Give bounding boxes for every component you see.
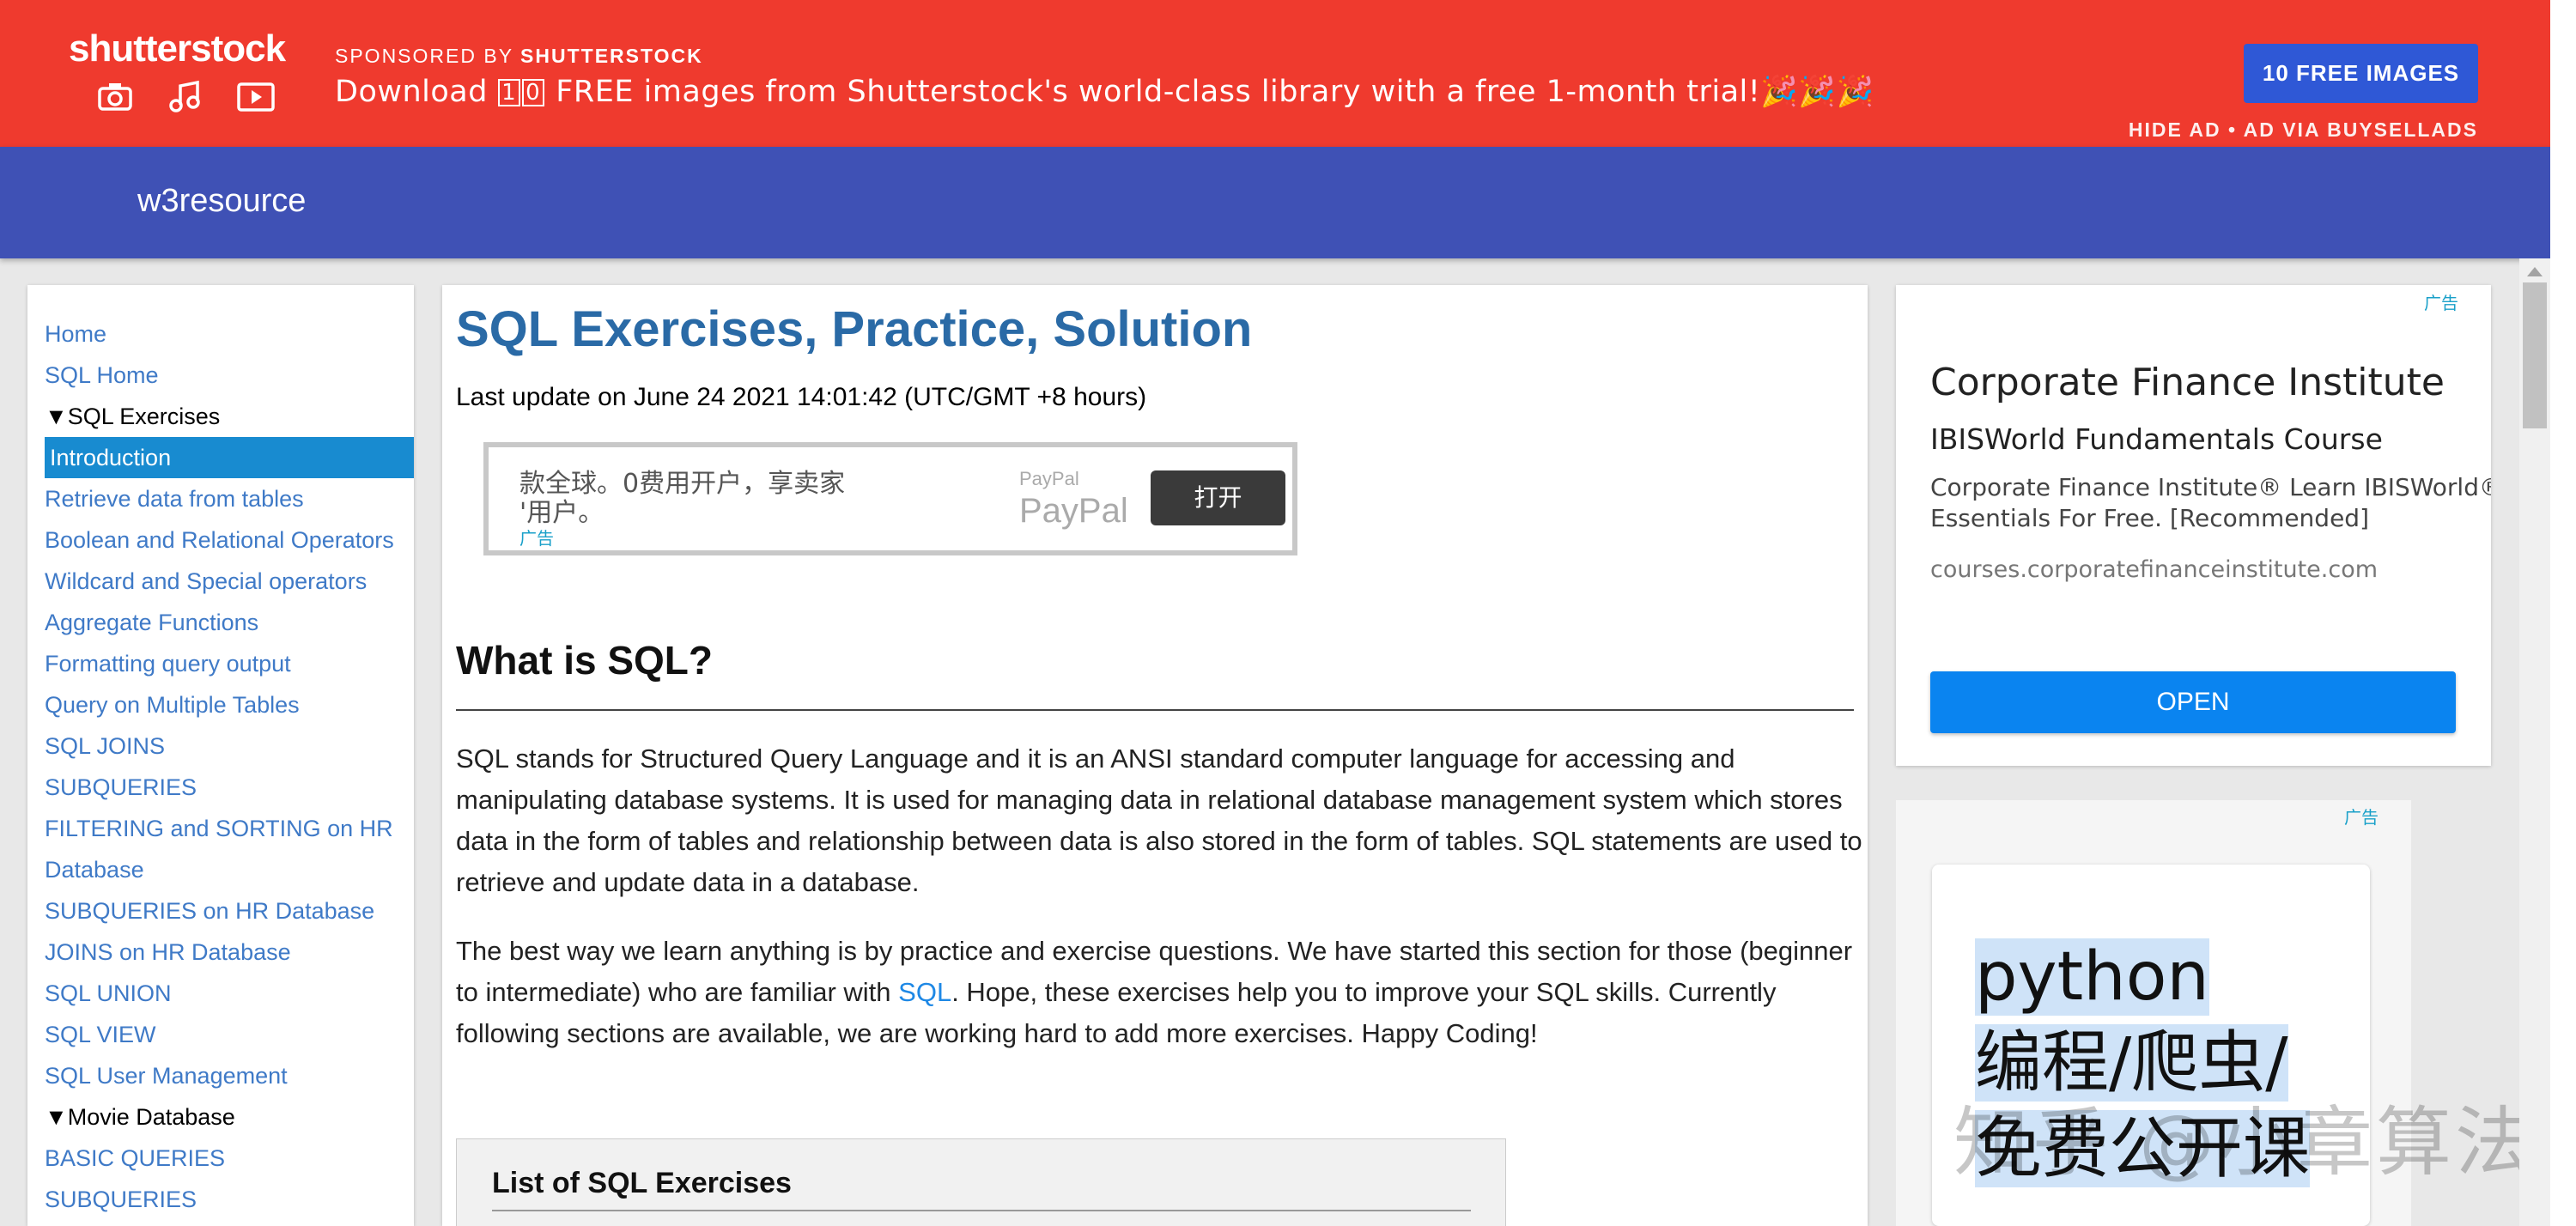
ad-tag: 广告 [519, 528, 554, 549]
sidebar-item-introduction[interactable]: Introduction [45, 437, 414, 478]
page-scrollbar[interactable] [2519, 258, 2550, 1226]
digit-box: 1 [497, 79, 520, 106]
section-heading: What is SQL? [456, 638, 713, 683]
shutterstock-icons [94, 79, 276, 113]
sidebar-item-joins-hr[interactable]: JOINS on HR Database [27, 932, 414, 973]
sidebar-item-retrieve-data[interactable]: Retrieve data from tables [27, 478, 414, 519]
paypal-logo: PayPal [1019, 492, 1128, 530]
music-note-icon [169, 80, 200, 112]
sidebar-item-basic-queries[interactable]: BASIC QUERIES [27, 1138, 414, 1179]
sidebar-item-home[interactable]: Home [27, 313, 414, 355]
window-gutter [2550, 0, 2576, 1226]
banner-ad-text[interactable]: Download 10 FREE images from Shutterstoc… [335, 74, 1874, 109]
practice-paragraph: The best way we learn anything is by pra… [456, 936, 1853, 1048]
ad-title[interactable]: Corporate Finance Institute [1930, 361, 2445, 404]
site-logo[interactable]: w3resource [137, 183, 306, 220]
heading-divider [456, 709, 1854, 711]
scroll-up-arrow-icon[interactable] [2527, 267, 2543, 276]
ad-subtitle: IBISWorld Fundamentals Course [1930, 422, 2383, 456]
sidebar-item-sql-home[interactable]: SQL Home [27, 355, 414, 396]
sidebar-item-multiple-tables[interactable]: Query on Multiple Tables [27, 684, 414, 725]
sidebar-item-joins[interactable]: SQL JOINS [27, 725, 414, 767]
exercise-list-title: List of SQL Exercises [492, 1167, 792, 1199]
sidebar-item-union[interactable]: SQL UNION [27, 973, 414, 1014]
sidebar-item-boolean-operators[interactable]: Boolean and Relational Operators [27, 519, 414, 561]
page-title: SQL Exercises, Practice, Solution [456, 301, 1253, 357]
paypal-ad-text: 款全球。0费用开户，享卖家 '用户。 [519, 469, 846, 528]
last-update-text: Last update on June 24 2021 14:01:42 (UT… [456, 383, 1147, 411]
sidebar-item-filtering-hr-cont[interactable]: Database [27, 849, 414, 890]
sidebar-item-wildcard[interactable]: Wildcard and Special operators [27, 561, 414, 602]
sidebar-item-formatting[interactable]: Formatting query output [27, 643, 414, 684]
intro-paragraph: SQL stands for Structured Query Language… [456, 743, 1862, 897]
sql-link[interactable]: SQL [898, 977, 951, 1007]
ad-open-button[interactable]: OPEN [1930, 671, 2456, 733]
sponsored-banner[interactable]: shutterstock SPONSORED BY SHUTTERSTOCK D… [0, 0, 2550, 147]
free-images-button[interactable]: 10 FREE IMAGES [2244, 44, 2478, 103]
sidebar-item-subqueries[interactable]: SUBQUERIES [27, 767, 414, 808]
ad-description: Corporate Finance Institute® Learn IBISW… [1930, 473, 2491, 532]
sidebar-item-user-management[interactable]: SQL User Management [27, 1055, 414, 1096]
shutterstock-logo[interactable]: shutterstock [69, 27, 286, 70]
sidebar-item-aggregate[interactable]: Aggregate Functions [27, 602, 414, 643]
sidebar-nav: Home SQL Home ▼SQL Exercises Introductio… [27, 285, 414, 1226]
main-content: SQL Exercises, Practice, Solution Last u… [442, 285, 1868, 1226]
site-header: w3resource [0, 147, 2550, 258]
ad-url[interactable]: courses.corporatefinanceinstitute.com [1930, 556, 2378, 583]
paypal-open-button[interactable]: 打开 [1151, 470, 1285, 525]
sidebar-item-view[interactable]: SQL VIEW [27, 1014, 414, 1055]
camera-icon [98, 83, 132, 111]
sidebar-item-movie-subqueries[interactable]: SUBQUERIES [27, 1179, 414, 1220]
digit-box: 0 [521, 79, 544, 106]
video-play-icon [237, 82, 275, 112]
ad-tag: 广告 [2424, 293, 2458, 313]
watermark: 知乎 @小章算法 [1953, 1098, 2534, 1187]
sidebar-item-subqueries-hr[interactable]: SUBQUERIES on HR Database [27, 890, 414, 932]
sidebar-item-filtering-hr[interactable]: FILTERING and SORTING on HR [27, 808, 414, 849]
sidebar-section-sql-exercises[interactable]: ▼SQL Exercises [27, 396, 414, 437]
hide-ad-link[interactable]: HIDE AD • AD VIA BUYSELLADS [2129, 118, 2478, 142]
sidebar-section-movie-database[interactable]: ▼Movie Database [27, 1096, 414, 1138]
cfi-ad[interactable]: 广告 Corporate Finance Institute IBISWorld… [1896, 285, 2491, 766]
sponsored-label: SPONSORED BY SHUTTERSTOCK [335, 45, 703, 67]
exercise-list-box: List of SQL Exercises [456, 1138, 1506, 1226]
ad-tag: 广告 [2344, 807, 2379, 828]
paypal-logo-small: PayPal [1019, 468, 1079, 489]
scrollbar-thumb[interactable] [2523, 282, 2547, 428]
list-divider [492, 1210, 1471, 1211]
paypal-ad[interactable]: 款全球。0费用开户，享卖家 '用户。 广告 PayPal PayPal 打开 [483, 442, 1297, 555]
